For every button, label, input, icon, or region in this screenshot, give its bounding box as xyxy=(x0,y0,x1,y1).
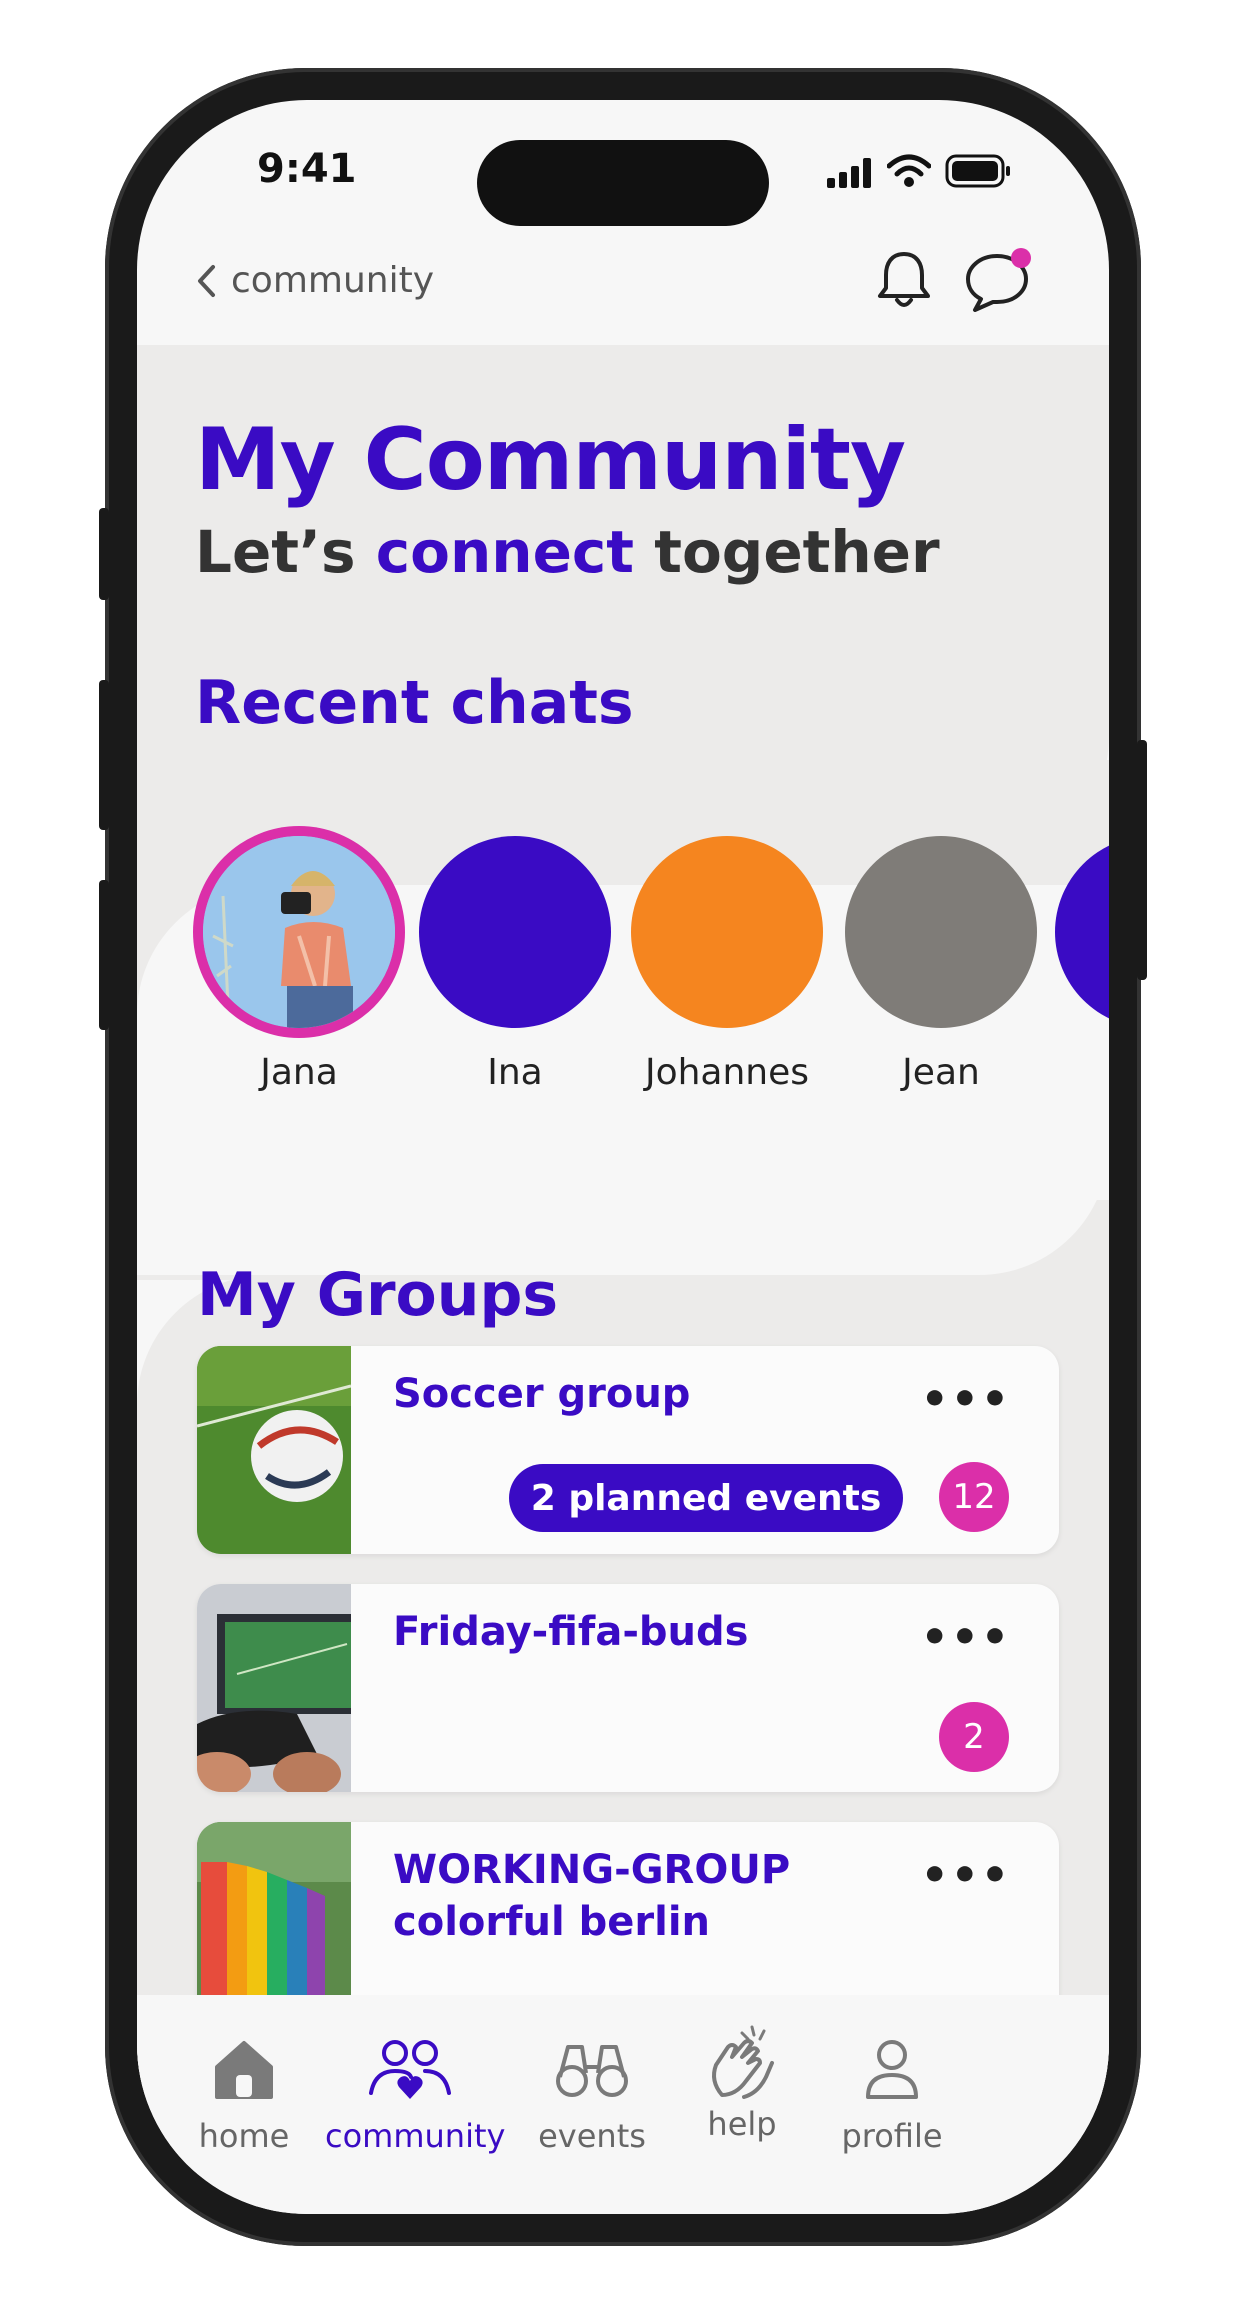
tab-label-help: help xyxy=(707,2105,777,2143)
page-title: My Community xyxy=(195,410,906,510)
tab-events[interactable]: events xyxy=(517,2037,667,2155)
group-name: Soccer group xyxy=(393,1371,691,1417)
tab-label-profile: profile xyxy=(841,2117,943,2155)
avatar-ina[interactable] xyxy=(419,836,611,1028)
avatar-name-ina: Ina xyxy=(487,1052,543,1093)
group-card-soccer[interactable]: Soccer group ••• 2 planned events 12 xyxy=(197,1346,1059,1554)
avatar-jean[interactable] xyxy=(845,836,1037,1028)
avatar-name-jana: Jana xyxy=(260,1052,338,1093)
tab-home[interactable]: home xyxy=(169,2037,319,2155)
dynamic-island xyxy=(477,140,769,226)
volume-down-button xyxy=(99,880,109,1030)
avatar-jana[interactable] xyxy=(203,836,395,1028)
bell-icon[interactable] xyxy=(875,248,933,312)
subtitle-suffix: together xyxy=(634,518,940,586)
mute-switch xyxy=(99,508,109,600)
page-subtitle: Let’s connect together xyxy=(195,518,940,586)
clapping-hands-icon xyxy=(712,2025,774,2099)
chevron-left-icon xyxy=(198,264,215,297)
tab-profile[interactable]: profile xyxy=(817,2037,967,2155)
person-photo-icon xyxy=(203,836,395,1028)
unread-count-badge: 12 xyxy=(939,1462,1009,1532)
more-options-icon[interactable]: ••• xyxy=(921,1374,1011,1425)
wifi-icon xyxy=(887,154,931,187)
chat-icon[interactable] xyxy=(963,246,1037,316)
volume-up-button xyxy=(99,680,109,830)
power-button xyxy=(1137,740,1147,980)
tab-help[interactable]: help xyxy=(667,2021,817,2143)
more-options-icon[interactable]: ••• xyxy=(921,1850,1011,1901)
group-name-line2: colorful berlin xyxy=(393,1899,711,1945)
status-time: 9:41 xyxy=(257,146,357,192)
screen: 9:41 community My Community Let’s connec… xyxy=(137,100,1109,2214)
home-icon xyxy=(215,2041,273,2099)
my-groups-title: My Groups xyxy=(197,1260,559,1330)
planned-events-badge[interactable]: 2 planned events xyxy=(509,1464,903,1532)
tab-community[interactable]: community xyxy=(325,2037,506,2155)
community-icon xyxy=(369,2040,451,2099)
binoculars-icon xyxy=(556,2045,628,2097)
subtitle-prefix: Let’s xyxy=(195,518,376,586)
recent-chats-title: Recent chats xyxy=(195,668,634,738)
tab-label-community: community xyxy=(325,2117,506,2155)
unread-count-badge: 2 xyxy=(939,1702,1009,1772)
group-name-line1: WORKING-GROUP xyxy=(393,1847,791,1893)
signal-icon xyxy=(827,158,871,188)
group-name: Friday-fifa-buds xyxy=(393,1609,749,1655)
gaming-image xyxy=(197,1584,351,1792)
avatar-name-jean: Jean xyxy=(902,1052,980,1093)
profile-icon xyxy=(866,2040,918,2099)
back-label: community xyxy=(231,260,435,301)
more-options-icon[interactable]: ••• xyxy=(921,1612,1011,1663)
tab-label-events: events xyxy=(538,2117,646,2155)
tab-label-home: home xyxy=(198,2117,290,2155)
group-card-fifa[interactable]: Friday-fifa-buds ••• 2 xyxy=(197,1584,1059,1792)
avatar-johannes[interactable] xyxy=(631,836,823,1028)
battery-icon xyxy=(945,154,1010,188)
tab-bar: home community events help profile xyxy=(137,1995,1109,2214)
avatar-name-johannes: Johannes xyxy=(644,1052,810,1093)
group-name: WORKING-GROUP colorful berlin xyxy=(393,1844,790,1948)
back-button[interactable]: community xyxy=(195,260,434,301)
subtitle-accent: connect xyxy=(375,518,635,586)
soccer-ball-image xyxy=(197,1346,351,1554)
